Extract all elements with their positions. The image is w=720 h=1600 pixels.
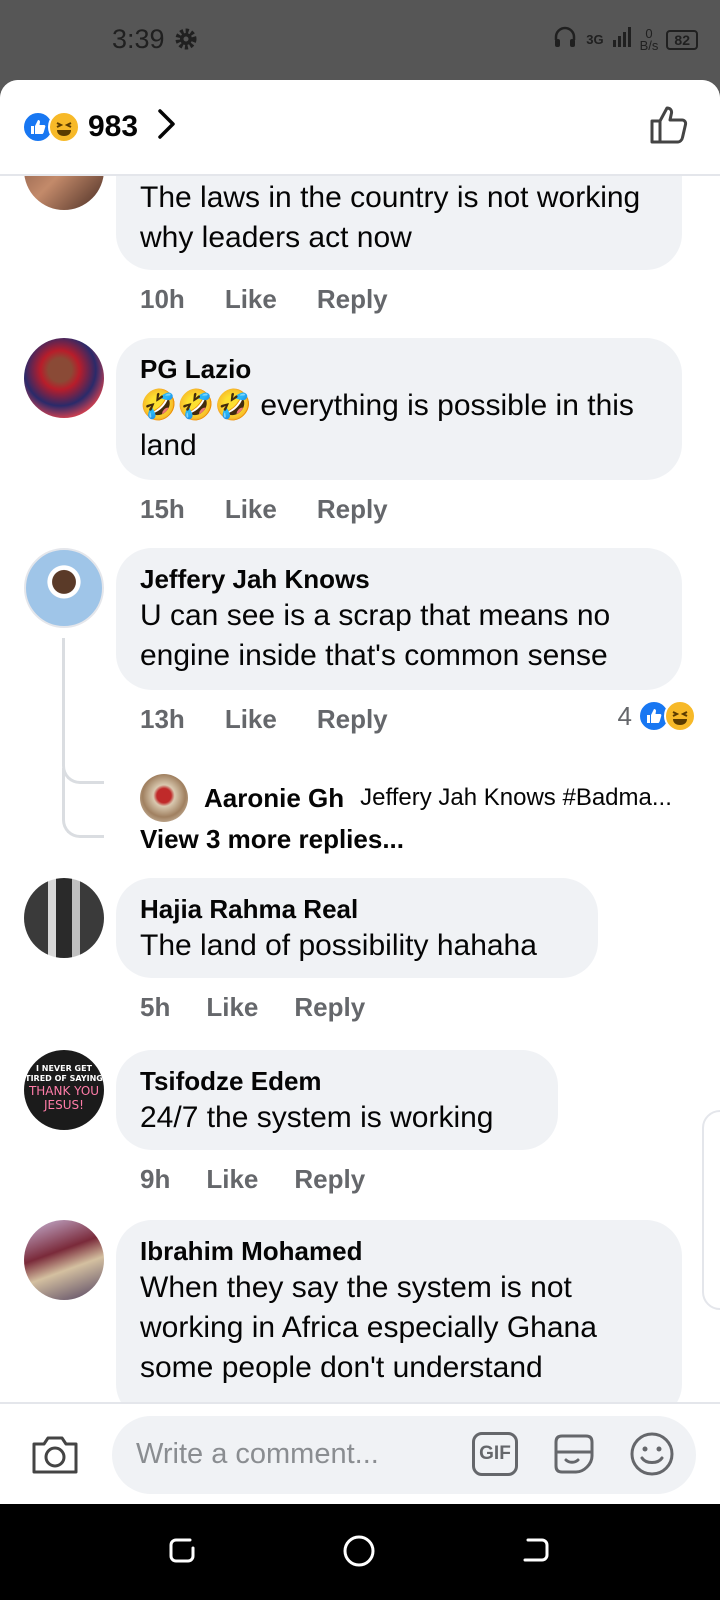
scroll-handle[interactable] bbox=[702, 1110, 720, 1310]
recent-apps-icon[interactable] bbox=[166, 1534, 198, 1566]
like-post-button[interactable] bbox=[648, 102, 692, 151]
comment-text: The land of possibility hahaha bbox=[140, 929, 537, 962]
reaction-summary[interactable]: 4 bbox=[618, 700, 696, 732]
comment-time: 15h bbox=[140, 494, 185, 524]
like-button[interactable]: Like bbox=[206, 992, 258, 1023]
like-button[interactable]: Like bbox=[225, 704, 277, 735]
reply-button[interactable]: Reply bbox=[317, 494, 388, 525]
reply-button[interactable]: Reply bbox=[317, 284, 388, 315]
view-more-replies-link[interactable]: View 3 more replies... bbox=[140, 824, 404, 855]
comment-composer: Write a comment... GIF bbox=[0, 1402, 720, 1504]
like-button[interactable]: Like bbox=[206, 1164, 258, 1195]
comment-time: 9h bbox=[140, 1164, 171, 1194]
speed-unit: B/s bbox=[639, 37, 659, 53]
comment-author[interactable]: Jeffery Jah Knows bbox=[140, 562, 658, 596]
home-icon[interactable] bbox=[342, 1534, 376, 1568]
status-time: 3:39 bbox=[112, 24, 165, 54]
reaction-count: 983 bbox=[88, 109, 139, 143]
comment-list[interactable]: The laws in the country is not working w… bbox=[0, 80, 720, 1420]
signal-icon bbox=[612, 26, 632, 53]
comment-time: 13h bbox=[140, 704, 185, 734]
reply-preview[interactable]: Aaronie Gh Jeffery Jah Knows #Badma... bbox=[140, 774, 700, 822]
comment-text: 🤣🤣🤣 everything is possible in this land bbox=[140, 386, 658, 466]
comment-text: 24/7 the system is working bbox=[140, 1101, 494, 1134]
avatar[interactable] bbox=[24, 548, 104, 628]
avatar[interactable] bbox=[24, 1220, 104, 1300]
comment-actions: 10h Like Reply bbox=[140, 284, 388, 315]
reply-text: Jeffery Jah Knows #Badma... bbox=[360, 784, 672, 811]
battery-indicator: 82 bbox=[666, 29, 698, 50]
rofl-emoji: 🤣🤣🤣 bbox=[140, 389, 253, 422]
avatar[interactable] bbox=[24, 338, 104, 418]
reaction-count: 4 bbox=[617, 700, 632, 731]
back-icon[interactable] bbox=[520, 1534, 552, 1566]
sheet-header: 983 bbox=[0, 80, 720, 176]
status-bar: 3:39 3G 0 B/s 82 bbox=[0, 0, 720, 80]
avatar[interactable] bbox=[140, 774, 188, 822]
comments-sheet: The laws in the country is not working w… bbox=[0, 80, 720, 1504]
reactions-summary[interactable]: 983 bbox=[22, 108, 176, 145]
comment-bubble[interactable]: Hajia Rahma Real The land of possibility… bbox=[116, 878, 598, 978]
comment-bubble[interactable]: PG Lazio 🤣🤣🤣 everything is possible in t… bbox=[116, 338, 682, 480]
comment-input[interactable]: Write a comment... GIF bbox=[112, 1416, 696, 1494]
reply-author[interactable]: Aaronie Gh bbox=[204, 783, 344, 814]
thread-line bbox=[62, 768, 104, 838]
comment-actions: 5h Like Reply bbox=[140, 992, 365, 1023]
comment-author[interactable]: Hajia Rahma Real bbox=[140, 892, 574, 926]
comment-text: When they say the system is not working … bbox=[140, 1271, 597, 1384]
network-speed: 0 B/s bbox=[639, 27, 659, 53]
gif-button[interactable]: GIF bbox=[472, 1432, 518, 1476]
comment-time: 10h bbox=[140, 284, 185, 314]
gear-icon bbox=[174, 27, 198, 56]
sticker-icon[interactable] bbox=[550, 1430, 598, 1483]
comment-input-placeholder: Write a comment... bbox=[136, 1438, 379, 1470]
avatar[interactable]: I NEVER GET TIRED OF SAYING THANK YOU JE… bbox=[24, 1050, 104, 1130]
reply-button[interactable]: Reply bbox=[294, 992, 365, 1023]
comment-actions: 9h Like Reply bbox=[140, 1164, 365, 1195]
comment-bubble[interactable]: Tsifodze Edem 24/7 the system is working bbox=[116, 1050, 558, 1150]
comment-author[interactable]: Ibrahim Mohamed bbox=[140, 1234, 658, 1268]
reply-button[interactable]: Reply bbox=[294, 1164, 365, 1195]
comment-text: U can see is a scrap that means no engin… bbox=[140, 599, 611, 672]
like-button[interactable]: Like bbox=[225, 284, 277, 315]
comment-text: The laws in the country is not working w… bbox=[140, 181, 641, 254]
reply-button[interactable]: Reply bbox=[317, 704, 388, 735]
headset-icon bbox=[552, 24, 578, 55]
comment-author[interactable]: PG Lazio bbox=[140, 352, 658, 386]
comment-bubble[interactable]: Ibrahim Mohamed When they say the system… bbox=[116, 1220, 682, 1420]
camera-icon[interactable] bbox=[30, 1432, 80, 1481]
haha-reaction-icon bbox=[664, 700, 696, 732]
comment-bubble[interactable]: Jeffery Jah Knows U can see is a scrap t… bbox=[116, 548, 682, 690]
emoji-icon[interactable] bbox=[628, 1430, 676, 1483]
avatar-caption: THANK YOU bbox=[28, 1084, 100, 1098]
comment-actions: 13h Like Reply bbox=[140, 704, 388, 735]
like-button[interactable]: Like bbox=[225, 494, 277, 525]
avatar[interactable] bbox=[24, 878, 104, 958]
avatar-caption: TIRED OF SAYING bbox=[25, 1074, 103, 1083]
haha-reaction-icon bbox=[48, 110, 80, 143]
avatar-caption: JESUS! bbox=[44, 1098, 84, 1112]
comment-actions: 15h Like Reply bbox=[140, 494, 388, 525]
comment-author[interactable]: Tsifodze Edem bbox=[140, 1064, 534, 1098]
system-navigation-bar bbox=[0, 1504, 720, 1600]
comment-time: 5h bbox=[140, 992, 171, 1022]
chevron-right-icon[interactable] bbox=[156, 108, 176, 145]
avatar-caption: I NEVER GET bbox=[35, 1064, 92, 1073]
thread-line bbox=[62, 638, 104, 784]
network-type: 3G bbox=[586, 31, 604, 47]
